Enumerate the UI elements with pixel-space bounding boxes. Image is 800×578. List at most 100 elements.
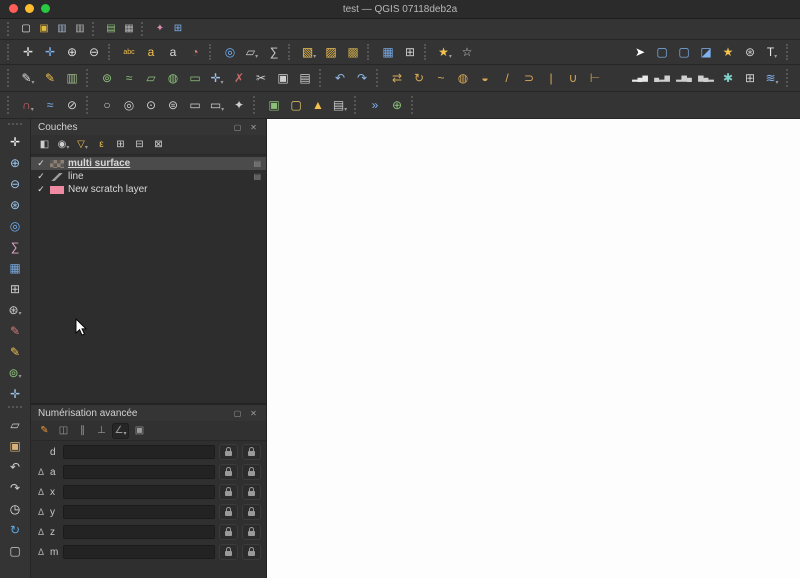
processing-model-icon[interactable]: ✱	[718, 68, 738, 88]
select-by-freehand-icon[interactable]: ▢	[674, 43, 694, 62]
delta-toggle[interactable]: Δ	[36, 527, 46, 537]
float-panel-button[interactable]: ▢	[232, 122, 243, 133]
select-by-value-icon[interactable]: ▨	[321, 43, 341, 62]
minimize-window-button[interactable]	[25, 4, 34, 13]
lock-button[interactable]	[219, 524, 238, 540]
repeating-lock-button[interactable]	[242, 464, 261, 480]
cut-features-icon[interactable]: ✂	[251, 68, 271, 88]
toolbar-handle[interactable]	[92, 22, 99, 36]
z-value-input[interactable]	[63, 525, 215, 539]
toolbar-handle[interactable]	[367, 43, 374, 61]
layer-visibility-checkbox[interactable]: ✓	[36, 184, 46, 195]
field-calc-icon[interactable]: ⊞	[4, 279, 26, 298]
layer-tree-empty-area[interactable]	[31, 196, 266, 403]
python-console-icon[interactable]: »	[365, 95, 385, 115]
toolbar-handle[interactable]	[108, 43, 115, 61]
enable-tracing-icon[interactable]: ≈	[40, 95, 60, 115]
histogram-variant-3-icon[interactable]: ▆▄▂	[696, 68, 716, 88]
lock-button[interactable]	[219, 484, 238, 500]
move-feature-icon[interactable]: ⇄	[387, 68, 407, 88]
clipboard-tool-icon[interactable]: ▣	[4, 436, 26, 455]
collapse-all-icon[interactable]: ⊟	[131, 137, 148, 153]
new-bookmark-icon[interactable]: ★ ▾	[435, 43, 455, 62]
data-source-manager-icon[interactable]: ⊞	[170, 22, 186, 37]
layer-visibility-checkbox[interactable]: ✓	[36, 171, 46, 182]
toolbar-handle[interactable]	[253, 95, 260, 115]
favorites-icon[interactable]: ★	[718, 43, 738, 62]
vertex-tool-icon[interactable]: ✛ ▾	[207, 68, 227, 88]
georeferencer-icon[interactable]: ≋ ▾	[762, 68, 782, 88]
raster-calculator-icon[interactable]: ⊞	[740, 68, 760, 88]
toolbar-handle[interactable]	[141, 22, 148, 36]
statistics-sum-icon[interactable]: ∑	[4, 237, 26, 256]
style-manager-icon[interactable]: ✦	[152, 22, 168, 37]
redo-icon[interactable]: ↷	[352, 68, 372, 88]
toolbar-handle[interactable]	[86, 68, 93, 88]
filter-by-expression-icon[interactable]: ε	[93, 137, 110, 153]
new-temporary-scratch-layer-icon[interactable]: ▤ ▾	[330, 95, 350, 115]
title-bar[interactable]: test — QGIS 07118deb2a	[0, 0, 800, 19]
lock-button[interactable]	[219, 464, 238, 480]
identify-tool-icon[interactable]: ◎	[4, 216, 26, 235]
deselect-all-icon[interactable]: ▩	[343, 43, 363, 62]
circle-by-center-icon[interactable]: ⊙	[141, 95, 161, 115]
measure-line-icon[interactable]: ▱ ▾	[242, 43, 262, 62]
float-panel-button[interactable]: ▢	[232, 408, 243, 419]
open-project-icon[interactable]: ▣	[36, 22, 52, 37]
zoom-in-tool-icon[interactable]: ⊕	[4, 153, 26, 172]
undo-icon[interactable]: ↶	[330, 68, 350, 88]
toolbar-handle[interactable]	[7, 95, 14, 115]
layer-indicator-icon[interactable]: ▤	[253, 159, 261, 168]
toolbar-handle[interactable]	[8, 406, 22, 412]
rotate-feature-icon[interactable]: ↻	[409, 68, 429, 88]
manage-map-themes-icon[interactable]: ◉ ▾	[55, 137, 72, 153]
pan-map-icon[interactable]: ✛	[18, 43, 38, 62]
processing-toolbox-icon[interactable]: ⊛	[740, 43, 760, 62]
add-part-icon[interactable]: ◒	[475, 68, 495, 88]
x-value-input[interactable]	[63, 485, 215, 499]
undo-tool-icon[interactable]: ↶	[4, 457, 26, 476]
close-panel-button[interactable]: ✕	[248, 408, 259, 419]
copy-features-icon[interactable]: ▣	[273, 68, 293, 88]
enable-advanced-digitizing-icon[interactable]: ✎	[36, 423, 53, 439]
layer-item[interactable]: ✓ line ▤	[31, 170, 266, 183]
statistical-summary-icon[interactable]: ∑	[264, 43, 284, 62]
toolbar-handle[interactable]	[424, 43, 431, 61]
toolbar-handle[interactable]	[376, 68, 383, 88]
open-attribute-table-icon[interactable]: ▦	[378, 43, 398, 62]
layer-visibility-checkbox[interactable]: ✓	[36, 158, 46, 169]
new-shapefile-layer-icon[interactable]: ▢	[286, 95, 306, 115]
y-value-input[interactable]	[63, 505, 215, 519]
move-label-icon[interactable]: a	[163, 43, 183, 62]
rectangle-from-3-points-icon[interactable]: ▭ ▾	[207, 95, 227, 115]
zoom-out-icon[interactable]: ⊖	[84, 43, 104, 62]
snap-to-common-angles-icon[interactable]: ∠ ▾	[112, 422, 129, 439]
select-features-by-area-icon[interactable]: ▢	[652, 43, 672, 62]
delta-toggle[interactable]: Δ	[36, 507, 46, 517]
regular-polygon-icon[interactable]: ✦	[229, 95, 249, 115]
m-value-input[interactable]	[63, 545, 215, 559]
floater-settings-icon[interactable]: ▣	[131, 423, 148, 439]
histogram-variant-1-icon[interactable]: ▄▂▆	[652, 68, 672, 88]
rectangle-from-extent-icon[interactable]: ▭	[185, 95, 205, 115]
toolbar-handle[interactable]	[86, 95, 93, 115]
current-edits-icon[interactable]: ✎ ▾	[18, 68, 38, 88]
attribute-table-icon[interactable]: ▦	[4, 258, 26, 277]
delete-selected-icon[interactable]: ✗	[229, 68, 249, 88]
delta-toggle[interactable]: Δ	[36, 467, 46, 477]
refresh-map-icon[interactable]: ↻	[4, 520, 26, 539]
trim-extend-icon[interactable]: ⊢	[585, 68, 605, 88]
circle-from-2-points-icon[interactable]: ○	[97, 95, 117, 115]
add-point-feature-icon[interactable]: ⊚	[97, 68, 117, 88]
label-pin-icon[interactable]: a	[141, 43, 161, 62]
avoid-intersections-icon[interactable]: ⊘	[62, 95, 82, 115]
histogram-variant-2-icon[interactable]: ▂▆▄	[674, 68, 694, 88]
zoom-in-icon[interactable]: ⊕	[62, 43, 82, 62]
lock-button[interactable]	[219, 544, 238, 560]
toolbar-handle[interactable]	[354, 95, 361, 115]
layer-indicator-icon[interactable]: ▤	[253, 172, 261, 181]
options-gear-icon[interactable]: ⊛ ▾	[4, 300, 26, 319]
add-circle-feature-icon[interactable]: ◍	[163, 68, 183, 88]
save-project-as-icon[interactable]: ▥	[72, 22, 88, 37]
simplify-feature-icon[interactable]: ~	[431, 68, 451, 88]
